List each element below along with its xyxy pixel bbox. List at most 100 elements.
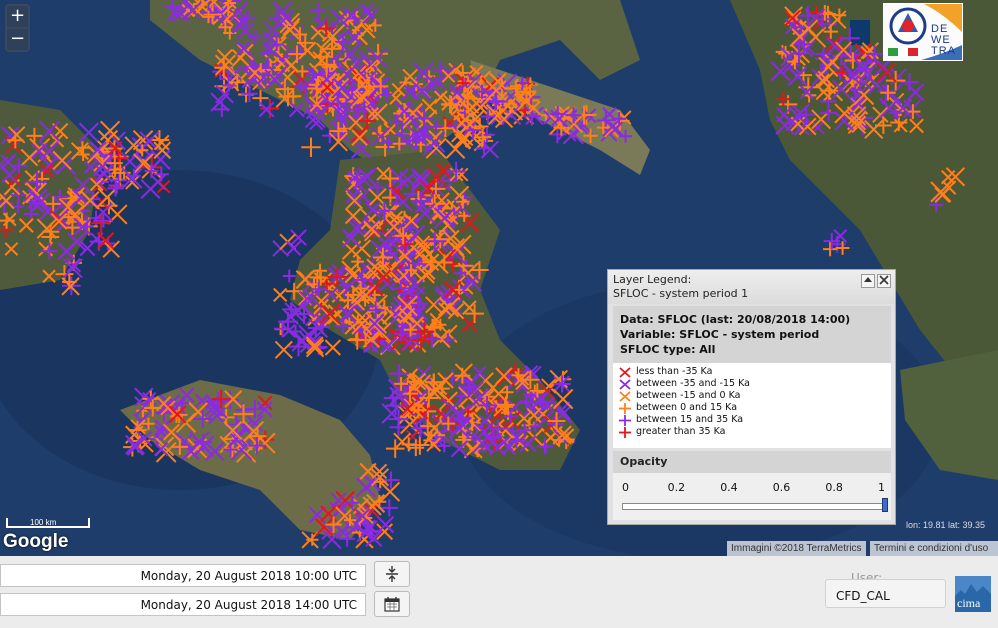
strike-marker [536, 438, 553, 455]
dewetra-logo: DE WE TRA [883, 3, 963, 61]
legend-title: Layer Legend: [613, 273, 692, 286]
strike-marker [472, 365, 487, 380]
strike-marker [365, 529, 383, 547]
layer-legend-panel: Layer Legend: SFLOC - system period 1 Da… [607, 269, 896, 525]
strike-marker [301, 137, 321, 157]
date-to-field[interactable]: Monday, 20 August 2018 14:00 UTC [0, 593, 366, 616]
strike-marker [40, 242, 58, 260]
strike-marker [309, 2, 327, 19]
collapse-up-icon [864, 277, 872, 282]
legend-item-label: greater than 35 Ka [636, 426, 726, 437]
zoom-out-button[interactable]: − [7, 29, 28, 50]
legend-item: between 0 and 15 Ka [619, 402, 885, 414]
legend-type-line: SFLOC type: All [620, 343, 716, 356]
strike-marker [930, 181, 952, 203]
strike-marker [467, 417, 482, 432]
calendar-button[interactable] [374, 591, 410, 617]
opacity-slider-track[interactable] [622, 503, 885, 510]
strike-marker [414, 202, 436, 224]
opacity-tick-label: 0 [622, 481, 629, 494]
strike-marker [288, 101, 305, 118]
time-range-button[interactable] [374, 561, 410, 587]
strike-marker [770, 61, 791, 82]
strike-marker [1, 167, 18, 184]
strike-marker [893, 118, 908, 133]
strike-marker [149, 173, 167, 191]
legend-item: between 15 and 35 Ka [619, 414, 885, 426]
strike-marker [372, 125, 389, 142]
legend-item: greater than 35 Ka [619, 426, 885, 438]
scale-label: 100 km [30, 518, 57, 527]
collapse-legend-button[interactable] [861, 274, 875, 288]
legend-info: Data: SFLOC (last: 20/08/2018 14:00) Var… [613, 306, 891, 363]
opacity-tick-label: 0.6 [772, 481, 791, 494]
strike-marker [880, 84, 896, 101]
opacity-slider-thumb[interactable] [882, 498, 888, 512]
strike-marker [31, 143, 48, 159]
cima-label: cima [957, 596, 981, 610]
strike-marker [153, 134, 170, 151]
map-view[interactable]: + − DE WE TRA 100 km Google lon: 19.81 lat… [0, 0, 998, 556]
strike-marker [70, 142, 89, 161]
strike-marker [295, 270, 315, 290]
legend-variable-line: Variable: SFLOC - system period [620, 328, 820, 341]
opacity-tick-label: 0.4 [720, 481, 738, 494]
strike-marker [864, 119, 884, 140]
strike-marker [353, 281, 368, 296]
strike-marker [78, 122, 99, 143]
strike-marker [407, 439, 425, 457]
legend-item-label: between 15 and 35 Ka [636, 414, 744, 425]
strike-marker [260, 99, 280, 119]
strike-marker [57, 242, 76, 261]
zoom-in-button[interactable]: + [7, 6, 28, 27]
strike-marker [383, 389, 402, 408]
strike-marker [26, 127, 43, 144]
legend-item-label: between -35 and -15 Ka [636, 378, 750, 389]
strike-marker [288, 45, 306, 63]
x-marker-icon [619, 366, 631, 378]
strike-marker [273, 287, 288, 303]
strike-marker [52, 150, 72, 171]
strike-marker [874, 58, 892, 76]
opacity-control: 0 0.2 0.4 0.6 0.8 1 [613, 473, 891, 520]
strike-marker [368, 43, 389, 64]
legend-item-label: less than -35 Ka [636, 366, 713, 377]
x-marker-icon [619, 378, 631, 390]
strike-marker [474, 128, 492, 146]
strike-marker [391, 82, 406, 97]
legend-header[interactable]: Layer Legend: SFLOC - system period 1 [608, 270, 895, 304]
legend-item: between -15 and 0 Ka [619, 390, 885, 402]
strike-marker [825, 35, 843, 53]
strike-marker [274, 340, 293, 359]
strike-marker [322, 529, 342, 550]
zoom-control: + − [5, 4, 30, 52]
date-from-field[interactable]: Monday, 20 August 2018 10:00 UTC [0, 564, 366, 587]
strike-marker [18, 218, 34, 233]
strike-marker [282, 269, 296, 283]
strike-marker [832, 8, 847, 22]
legend-item-label: between 0 and 15 Ka [636, 402, 738, 413]
strike-marker [42, 269, 56, 283]
terms-link[interactable]: Termini e condizioni d'uso [870, 541, 998, 556]
opacity-tick-label: 1 [878, 481, 885, 494]
close-icon [879, 275, 889, 285]
strike-marker [214, 101, 230, 118]
opacity-tick-label: 0.2 [667, 481, 686, 494]
legend-layer-name: SFLOC - system period 1 [613, 287, 749, 300]
x-marker-icon [619, 390, 631, 402]
google-logo: Google [3, 531, 69, 552]
strike-marker [125, 434, 146, 455]
strike-marker [263, 21, 282, 39]
cursor-coordinates: lon: 19.81 lat: 39.35 [906, 520, 986, 530]
strike-marker [776, 107, 792, 123]
plus-marker-icon [619, 414, 631, 426]
strike-marker [881, 84, 902, 105]
strike-marker [900, 73, 919, 92]
legend-item-label: between -15 and 0 Ka [636, 390, 741, 401]
strike-marker [872, 106, 889, 123]
plus-marker-icon [619, 426, 631, 438]
expand-vertical-icon [386, 566, 398, 582]
strike-marker [450, 440, 469, 458]
close-legend-button[interactable] [877, 274, 891, 288]
strike-marker [121, 167, 143, 189]
